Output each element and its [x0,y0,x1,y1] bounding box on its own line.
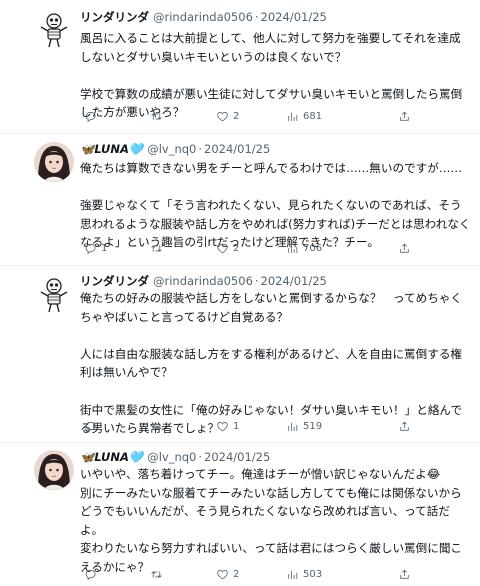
display-name[interactable]: リンダリンダ [80,274,149,288]
views-icon [288,570,298,579]
timestamp[interactable]: 2024/01/25 [204,450,270,464]
tweet-thread: リンダリンダ @rindarinda0506 · 2024/01/25 風呂に入ること… [0,0,480,586]
retweet-icon [151,422,162,430]
views-button[interactable]: 706 [286,239,322,257]
reply-icon [85,569,96,580]
view-count: 503 [303,568,323,580]
reply-button[interactable] [84,417,101,435]
avatar[interactable] [34,275,74,315]
tweet-header: 🦋LUNA🩵 @lv_nq0 · 2024/01/25 [80,449,270,465]
share-icon [400,243,409,253]
divider [0,442,480,443]
timestamp[interactable]: 2024/01/25 [261,10,327,24]
retweet-icon [151,244,162,252]
tweet[interactable]: リンダリンダ @rindarinda0506 · 2024/01/25 俺たちの好みの… [0,265,480,444]
like-count: 2 [233,568,240,580]
reply-button[interactable]: 1 [84,239,107,257]
skeleton-avatar-icon [34,10,74,50]
skeleton-avatar-icon [34,275,74,315]
reply-icon [85,111,96,122]
views-button[interactable]: 503 [286,565,322,583]
heart-icon [217,243,228,253]
action-bar: 2 503 [80,565,472,583]
share-icon [400,421,409,431]
views-icon [288,112,298,121]
reply-icon [85,243,96,254]
like-count: 2 [233,242,240,254]
retweet-button[interactable] [150,417,167,435]
heart-icon [217,569,228,579]
tweet-text: 俺たちの好みの服装や話し方をしないと罵倒するからな？ ってめちゃくちゃやばいこと… [80,291,463,436]
reply-button[interactable] [84,565,101,583]
like-button[interactable]: 2 [216,107,239,125]
handle[interactable]: @lv_nq0 [147,142,196,156]
tweet-header: リンダリンダ @rindarinda0506 · 2024/01/25 [80,9,327,25]
separator: · [198,450,203,464]
like-count: 1 [233,420,240,432]
share-icon [400,111,409,121]
reply-button[interactable] [84,107,101,125]
action-bar: 1 2 706 [80,239,472,257]
avatar[interactable] [34,142,74,182]
view-count: 681 [303,110,323,122]
share-button[interactable] [398,107,411,125]
tweet[interactable]: 🦋LUNA🩵 @lv_nq0 · 2024/01/25 俺たちは算数できない男をチーと… [0,134,480,268]
like-button[interactable]: 2 [216,239,239,257]
like-button[interactable]: 2 [216,565,239,583]
reply-count: 1 [101,242,108,254]
tweet[interactable]: 🦋LUNA🩵 @lv_nq0 · 2024/01/25 いやいや、落ち着けってチー。俺… [0,444,480,586]
avatar[interactable] [34,10,74,50]
retweet-button[interactable] [150,107,167,125]
avatar[interactable] [34,450,74,490]
display-name[interactable]: リンダリンダ [80,10,149,24]
retweet-button[interactable] [150,565,167,583]
action-bar: 2 681 [80,107,472,125]
views-icon [288,244,298,253]
views-button[interactable]: 519 [286,417,322,435]
retweet-button[interactable] [150,239,167,257]
display-name[interactable]: 🦋LUNA🩵 [80,450,143,464]
like-count: 2 [233,110,240,122]
share-button[interactable] [398,417,411,435]
action-bar: 1 519 [80,417,472,435]
share-button[interactable] [398,239,411,257]
tweet-header: 🦋LUNA🩵 @lv_nq0 · 2024/01/25 [80,141,270,157]
view-count: 706 [303,242,323,254]
tweet-text: いやいや、落ち着けってチー。俺達はチーが憎い訳じゃないんだよ😂 別にチーみたいな… [80,467,463,574]
timestamp[interactable]: 2024/01/25 [261,274,327,288]
like-button[interactable]: 1 [216,417,239,435]
views-button[interactable]: 681 [286,107,322,125]
tweet[interactable]: リンダリンダ @rindarinda0506 · 2024/01/25 風呂に入ること… [0,0,480,134]
tweet-header: リンダリンダ @rindarinda0506 · 2024/01/25 [80,273,327,289]
separator: · [198,142,203,156]
girl-avatar-icon [34,142,74,182]
handle[interactable]: @rindarinda0506 [153,274,253,288]
heart-icon [217,111,228,121]
separator: · [254,10,259,24]
handle[interactable]: @lv_nq0 [147,450,196,464]
retweet-icon [151,570,162,578]
timestamp[interactable]: 2024/01/25 [204,142,270,156]
reply-icon [85,421,96,432]
heart-icon [217,421,228,431]
girl-avatar-icon [34,450,74,490]
separator: · [254,274,259,288]
handle[interactable]: @rindarinda0506 [153,10,253,24]
retweet-icon [151,112,162,120]
view-count: 519 [303,420,323,432]
share-icon [400,569,409,579]
share-button[interactable] [398,565,411,583]
views-icon [288,422,298,431]
display-name[interactable]: 🦋LUNA🩵 [80,142,143,156]
